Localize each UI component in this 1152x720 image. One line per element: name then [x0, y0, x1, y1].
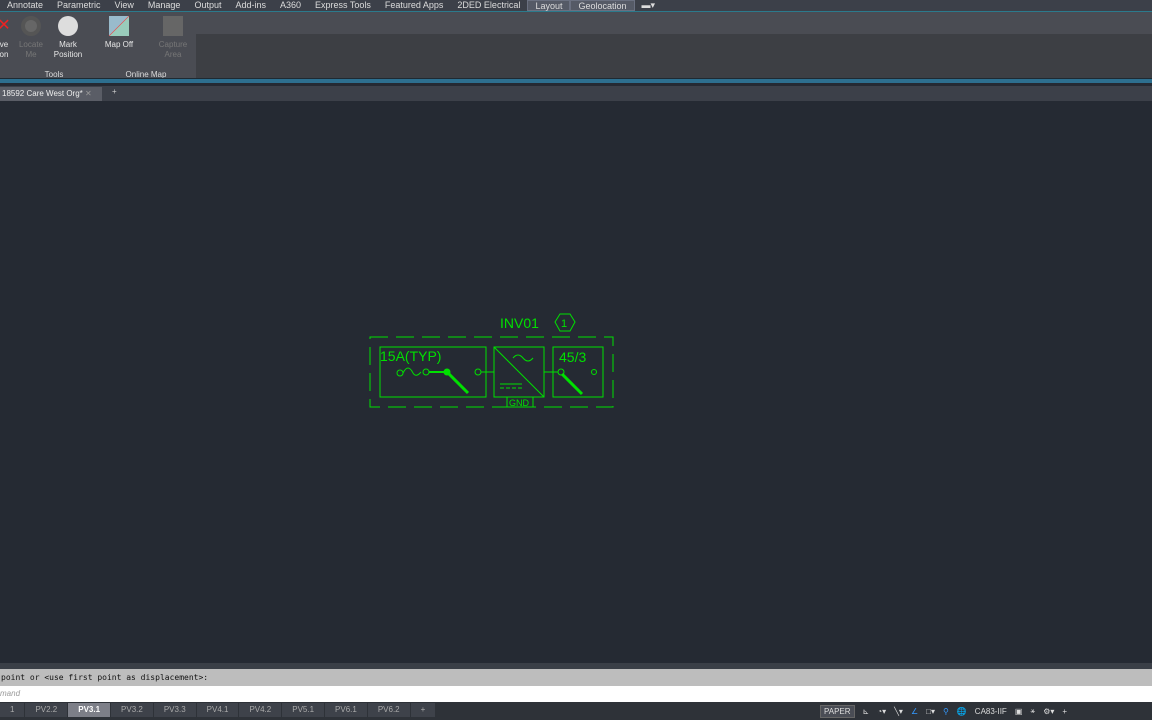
mark-position-button[interactable]: Mark Position [50, 16, 86, 60]
disconnect-label: 45/3 [559, 349, 586, 365]
layout-tab[interactable]: PV4.2 [239, 703, 282, 717]
remove-location-button[interactable]: ✕ ve on [0, 16, 14, 60]
locate-icon [21, 16, 41, 36]
mark-position-icon [58, 16, 78, 36]
paper-space-toggle[interactable]: PAPER [820, 704, 855, 718]
capture-icon [163, 16, 183, 36]
tab-2ded-electrical[interactable]: 2DED Electrical [450, 0, 527, 11]
capture-area-button[interactable]: Capture Area [154, 16, 192, 60]
annotation-scale-icon[interactable]: ⚹ [1030, 706, 1035, 716]
layout-tab[interactable]: PV6.2 [367, 703, 410, 717]
remove-icon: ✕ [0, 17, 11, 34]
tab-output[interactable]: Output [187, 0, 228, 11]
annotation-icon[interactable]: ∠ [911, 707, 918, 716]
tab-addins[interactable]: Add-ins [228, 0, 273, 11]
ribbon-tabs: Annotate Parametric View Manage Output A… [0, 0, 1152, 12]
geolocation-panel: ✕ ve on Locate Me Mark Position Map Off C… [0, 12, 196, 82]
map-icon [109, 16, 129, 36]
tag-bubble-number: 1 [561, 318, 567, 330]
file-tab[interactable]: 18592 Care West Org* ✕ [0, 87, 102, 101]
inverter-box [493, 346, 545, 398]
tab-a360[interactable]: A360 [273, 0, 308, 11]
viewport-icon[interactable]: ▣ [1015, 707, 1023, 716]
locate-me-button[interactable]: Locate Me [16, 16, 46, 60]
disconnect-box [552, 346, 604, 398]
drawing-canvas[interactable]: INV01 1 15A(TYP) 45/3 GND [0, 0, 1152, 720]
tab-featured-apps[interactable]: Featured Apps [378, 0, 451, 11]
tab-geolocation[interactable]: Geolocation [570, 0, 635, 11]
layout-tab[interactable]: PV6.1 [325, 703, 367, 717]
gnd-label: GND [509, 398, 530, 408]
globe-icon[interactable]: 🌐 [957, 707, 967, 716]
tab-express-tools[interactable]: Express Tools [308, 0, 378, 11]
layout-tab[interactable]: PV3.2 [111, 703, 153, 717]
tab-view[interactable]: View [108, 0, 141, 11]
layout-tab[interactable]: PV2.2 [25, 703, 68, 717]
new-tab-button[interactable]: + [112, 87, 117, 96]
tab-layout[interactable]: Layout [527, 0, 571, 11]
ortho-icon[interactable]: ⊾ [863, 707, 870, 716]
tag-bubble-hexagon [554, 313, 576, 332]
coordinate-system[interactable]: CA83-IIF [975, 707, 1007, 716]
close-icon[interactable]: ✕ [85, 89, 92, 98]
tab-annotate[interactable]: Annotate [0, 0, 50, 11]
breaker-box [379, 346, 487, 398]
layout-tab[interactable]: 1 [0, 703, 25, 717]
customize-icon[interactable]: + [1062, 707, 1067, 716]
selection-icon[interactable]: □▾ [926, 707, 935, 716]
command-input[interactable]: mand [0, 686, 1152, 702]
layout-tab-active[interactable]: PV3.1 [68, 703, 111, 717]
layout-tab[interactable]: PV4.1 [196, 703, 239, 717]
tab-manage[interactable]: Manage [141, 0, 188, 11]
file-tabs: 18592 Care West Org* ✕ + [0, 86, 1152, 101]
map-off-button[interactable]: Map Off [100, 16, 138, 50]
ribbon-minimize-icon[interactable]: ▬▾ [635, 0, 663, 11]
layout-tab[interactable]: PV3.3 [153, 703, 196, 717]
gnd-box [506, 396, 534, 408]
add-layout-button[interactable]: + [410, 703, 436, 717]
layout-tab[interactable]: PV5.1 [282, 703, 325, 717]
inverter-boundary [369, 336, 614, 408]
tab-parametric[interactable]: Parametric [50, 0, 108, 11]
ribbon-divider [0, 78, 1152, 83]
breaker-label: 15A(TYP) [380, 348, 441, 364]
command-history: point or <use first point as displacemen… [0, 663, 1152, 686]
polar-icon[interactable]: ◔▾ [877, 707, 886, 716]
status-bar: PAPER ⊾ ◔▾ ╲▾ ∠ □▾ ⚲ 🌐 CA83-IIF ▣ ⚹ ⚙▾ + [820, 704, 1067, 718]
osnap-icon[interactable]: ╲▾ [894, 707, 903, 716]
settings-icon[interactable]: ⚙▾ [1043, 707, 1054, 716]
inverter-tag: INV01 [500, 315, 539, 331]
ribbon: ✕ ve on Locate Me Mark Position Map Off C… [0, 12, 1152, 82]
geomarker-icon[interactable]: ⚲ [943, 707, 949, 716]
